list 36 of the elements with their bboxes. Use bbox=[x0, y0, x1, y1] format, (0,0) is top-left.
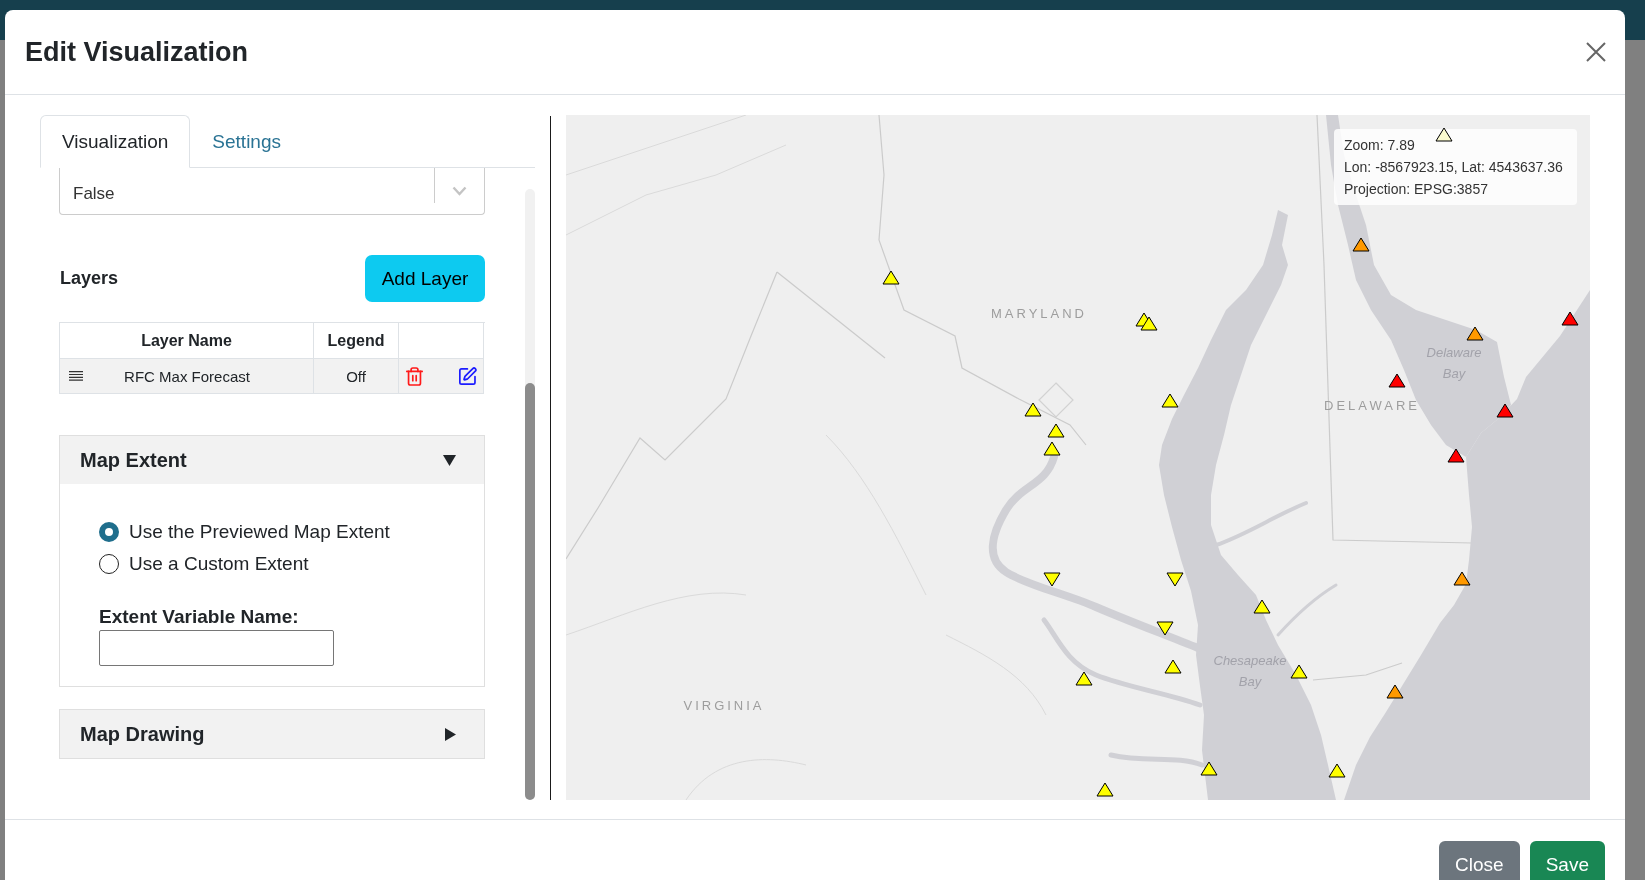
save-button[interactable]: Save bbox=[1529, 841, 1605, 880]
dialog-title: Edit Visualization bbox=[25, 36, 249, 68]
river-line bbox=[1276, 583, 1338, 637]
radio-label[interactable]: Use a Custom Extent bbox=[129, 553, 309, 575]
close-button[interactable] bbox=[1586, 42, 1606, 62]
state-label: DELAWARE bbox=[1324, 397, 1420, 413]
radio-button[interactable] bbox=[99, 554, 119, 574]
field-label: Extent Variable Name: bbox=[99, 606, 299, 628]
accordion-header[interactable]: Map Drawing bbox=[60, 710, 484, 758]
section-title: Layers bbox=[60, 268, 119, 289]
tab[interactable]: Settings bbox=[190, 115, 303, 168]
input-field[interactable] bbox=[99, 630, 334, 666]
grip-lines-icon[interactable] bbox=[69, 371, 83, 381]
close-icon bbox=[1586, 42, 1606, 62]
add-layer-button[interactable]: Add Layer bbox=[365, 255, 485, 302]
accordion-header[interactable]: Map Extent bbox=[60, 436, 484, 484]
info-text: Zoom: 7.89 bbox=[1344, 136, 1416, 155]
pencil-square-icon[interactable] bbox=[459, 367, 477, 385]
trash-icon[interactable] bbox=[406, 366, 423, 386]
tab[interactable]: Visualization bbox=[40, 115, 191, 168]
close-button[interactable]: Close bbox=[1439, 841, 1520, 880]
info-text: Projection: EPSG:3857 bbox=[1344, 180, 1489, 199]
scrollbar-track[interactable] bbox=[525, 189, 535, 800]
state-label: MARYLAND bbox=[991, 305, 1087, 321]
chevron-down-icon bbox=[452, 186, 467, 196]
select-field[interactable]: False bbox=[59, 168, 485, 215]
radio-button[interactable] bbox=[99, 522, 119, 542]
info-text: Lon: -8567923.15, Lat: 4543637.36 bbox=[1344, 158, 1564, 177]
state-label: VIRGINIA bbox=[683, 697, 765, 713]
scrollbar-thumb[interactable] bbox=[525, 383, 535, 800]
column-header: Layer Name bbox=[60, 323, 314, 359]
table-cell: Off bbox=[314, 359, 399, 394]
column-header: Legend bbox=[314, 323, 399, 359]
layer-name-text: RFC Max Forecast bbox=[123, 367, 251, 385]
radio-label[interactable]: Use the Previewed Map Extent bbox=[129, 521, 390, 543]
district-boundary-line bbox=[1038, 382, 1074, 418]
